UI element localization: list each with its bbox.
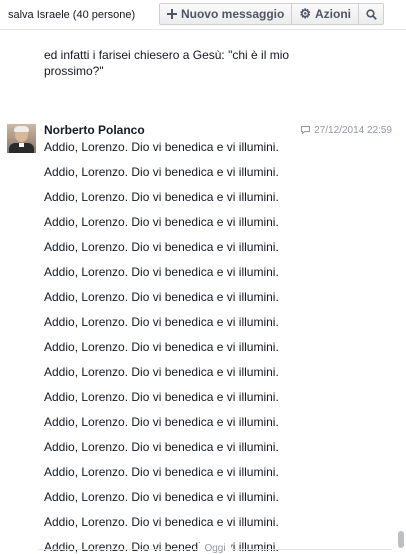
message-text: Addio, Lorenzo. Dio vi benedica e vi ill… — [44, 515, 279, 529]
message-text: Addio, Lorenzo. Dio vi benedica e vi ill… — [44, 140, 279, 154]
search-button[interactable] — [358, 3, 384, 25]
message-text: Addio, Lorenzo. Dio vi benedica e vi ill… — [44, 215, 279, 229]
header-toolbar: Nuovo messaggio ⚙ Azioni — [158, 3, 384, 25]
message-text: Addio, Lorenzo. Dio vi benedica e vi ill… — [44, 365, 279, 379]
message-text: Addio, Lorenzo. Dio vi benedica e vi ill… — [44, 240, 279, 254]
date-divider-label: Oggi — [198, 543, 232, 554]
message-text: Addio, Lorenzo. Dio vi benedica e vi ill… — [44, 390, 279, 404]
search-icon — [365, 8, 377, 20]
message-thread[interactable]: ed infatti i farisei chiesero a Gesù: "c… — [0, 31, 406, 554]
sender-name[interactable]: Norberto Polanco — [44, 123, 145, 137]
message-text: Addio, Lorenzo. Dio vi benedica e vi ill… — [44, 340, 279, 354]
chat-bubble-icon — [301, 125, 311, 136]
conversation-header: salva Israele (40 persone) Nuovo messagg… — [0, 0, 406, 30]
date-divider: Oggi — [38, 543, 392, 554]
message-timestamp: 27/12/2014 22:59 — [301, 125, 392, 136]
message-text: Addio, Lorenzo. Dio vi benedica e vi ill… — [44, 165, 279, 179]
message-text: Addio, Lorenzo. Dio vi benedica e vi ill… — [44, 315, 279, 329]
timestamp-text: 27/12/2014 22:59 — [314, 125, 392, 136]
previous-message: ed infatti i farisei chiesero a Gesù: "c… — [44, 48, 290, 78]
message-text: Addio, Lorenzo. Dio vi benedica e vi ill… — [44, 490, 279, 504]
message-text: Addio, Lorenzo. Dio vi benedica e vi ill… — [44, 440, 279, 454]
actions-label: Azioni — [315, 7, 351, 21]
avatar[interactable] — [7, 124, 36, 153]
scrollbar-thumb[interactable] — [398, 531, 404, 548]
message-list: Addio, Lorenzo. Dio vi benedica e vi ill… — [44, 139, 344, 554]
message-text: Addio, Lorenzo. Dio vi benedica e vi ill… — [44, 415, 279, 429]
gear-icon: ⚙ — [299, 6, 311, 21]
message-text: Addio, Lorenzo. Dio vi benedica e vi ill… — [44, 290, 279, 304]
plus-icon — [166, 9, 177, 19]
message-text: Addio, Lorenzo. Dio vi benedica e vi ill… — [44, 465, 279, 479]
new-message-button[interactable]: Nuovo messaggio — [158, 3, 293, 25]
message-text: Addio, Lorenzo. Dio vi benedica e vi ill… — [44, 190, 279, 204]
new-message-label: Nuovo messaggio — [180, 7, 285, 21]
message-text: Addio, Lorenzo. Dio vi benedica e vi ill… — [44, 265, 279, 279]
conversation-title: salva Israele (40 persone) — [8, 8, 136, 21]
actions-button[interactable]: ⚙ Azioni — [291, 3, 359, 25]
scrollbar[interactable] — [397, 30, 405, 554]
